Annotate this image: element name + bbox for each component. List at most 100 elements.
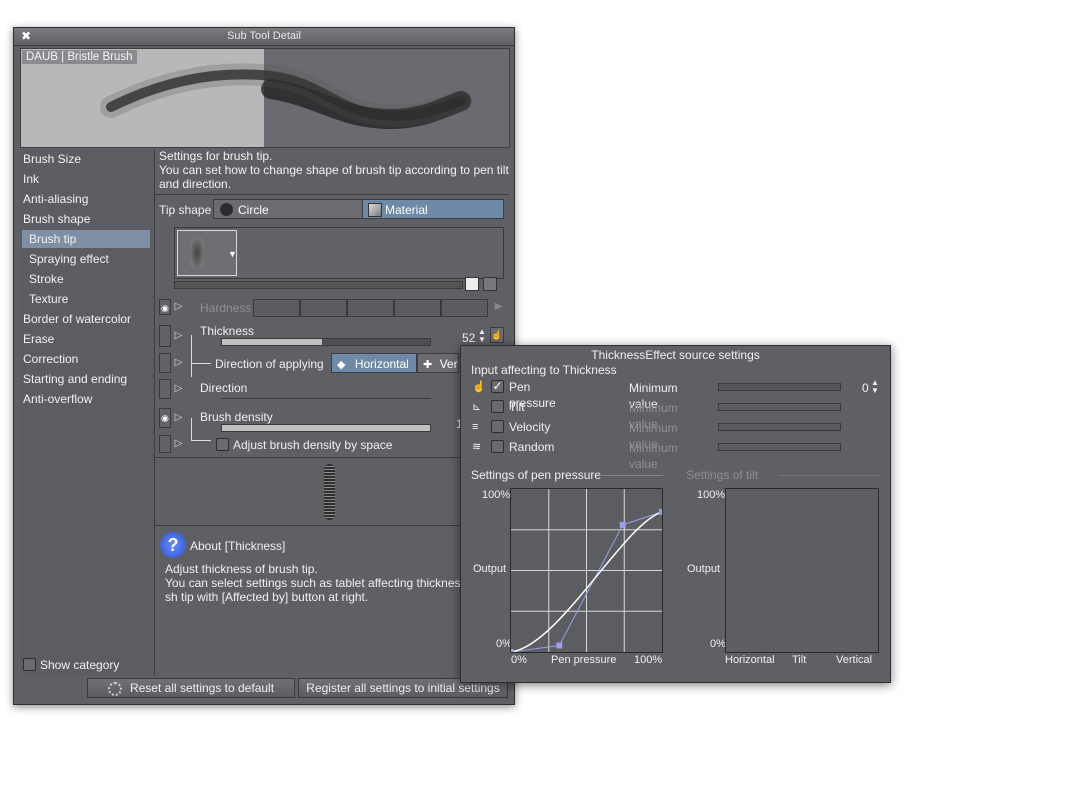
hardness-steps[interactable] bbox=[253, 299, 488, 317]
tilt-curve-graph bbox=[725, 488, 879, 653]
pen-pressure-checkbox[interactable]: ✓ bbox=[491, 380, 504, 393]
hardness-expand-icon[interactable]: ▷ bbox=[174, 299, 183, 315]
sidebar-item-erase[interactable]: Erase bbox=[23, 330, 54, 348]
hardness-visibility-toggle[interactable]: ◉ bbox=[159, 299, 171, 315]
tilt-checkbox[interactable] bbox=[491, 400, 504, 413]
curve-control-point[interactable] bbox=[619, 521, 626, 528]
sidebar-item-brush-size[interactable]: Brush Size bbox=[23, 150, 81, 168]
hardness-step[interactable] bbox=[253, 299, 300, 317]
pressure-section-label: Settings of pen pressure bbox=[471, 468, 602, 482]
show-category-label: Show category bbox=[40, 658, 120, 672]
brush-preview: DAUB | Bristle Brush bbox=[20, 48, 510, 148]
hardness-step[interactable] bbox=[347, 299, 394, 317]
preview-label: DAUB | Bristle Brush bbox=[22, 50, 137, 64]
direction-label: Direction bbox=[200, 381, 248, 395]
tilt-x-mid: Tilt bbox=[792, 654, 807, 666]
velocity-checkbox[interactable] bbox=[491, 420, 504, 433]
adjust-density-checkbox-wrap[interactable]: Adjust brush density by space bbox=[216, 438, 392, 452]
sidebar-item-border-of-watercolor[interactable]: Border of watercolor bbox=[23, 310, 131, 328]
tilt-section-label: Settings of tilt bbox=[686, 468, 759, 482]
sidebar-item-anti-overflow[interactable]: Anti-overflow bbox=[23, 390, 92, 408]
pressure-curve-svg[interactable] bbox=[508, 489, 665, 655]
material-scrollbar[interactable] bbox=[174, 281, 463, 289]
sidebar-item-correction[interactable]: Correction bbox=[23, 350, 78, 368]
direction-expand-icon[interactable]: ▷ bbox=[174, 381, 183, 397]
tip-circle-button[interactable]: Circle bbox=[213, 199, 363, 219]
sidebar-item-brush-tip[interactable]: Brush tip bbox=[22, 230, 150, 248]
thickness-spinner-icon[interactable]: ▲ ▼ bbox=[478, 328, 486, 344]
window-title: Sub Tool Detail bbox=[14, 28, 514, 46]
direction-toggle[interactable] bbox=[159, 379, 171, 399]
reset-settings-label: Reset all settings to default bbox=[129, 681, 275, 695]
show-category-checkbox[interactable] bbox=[23, 658, 36, 671]
sidebar-item-ink[interactable]: Ink bbox=[23, 170, 39, 188]
hardness-step[interactable] bbox=[394, 299, 441, 317]
pressure-section-divider bbox=[599, 475, 663, 476]
density-slider-fill bbox=[222, 425, 430, 431]
trash-icon[interactable] bbox=[483, 277, 497, 291]
velocity-min-slider[interactable] bbox=[718, 423, 841, 431]
horizontal-icon: ◆ bbox=[337, 359, 346, 371]
tip-material-button[interactable]: Material bbox=[362, 199, 504, 219]
add-material-icon[interactable] bbox=[465, 277, 479, 291]
density-label: Brush density bbox=[200, 410, 273, 424]
material-list[interactable]: ▼ bbox=[174, 227, 504, 279]
help-title: About [Thickness] bbox=[190, 539, 286, 553]
sidebar-item-spraying-effect[interactable]: Spraying effect bbox=[29, 250, 109, 268]
curve-control-point[interactable] bbox=[556, 642, 563, 649]
pressure-curve-graph[interactable] bbox=[508, 488, 665, 655]
adjust-density-expand-icon[interactable]: ▷ bbox=[174, 436, 183, 452]
affected-by-button[interactable]: ☝ bbox=[490, 327, 504, 343]
hardness-step[interactable] bbox=[441, 299, 488, 317]
eye-icon: ◉ bbox=[161, 413, 169, 423]
tree-line bbox=[191, 335, 192, 377]
desc-line-1: Settings for brush tip. bbox=[159, 149, 273, 163]
random-min-slider[interactable] bbox=[718, 443, 841, 451]
direction-horizontal-button[interactable]: ◆ Horizontal bbox=[331, 353, 417, 373]
show-category-toggle[interactable]: Show category bbox=[23, 658, 119, 672]
direction-applying-toggle[interactable] bbox=[159, 353, 171, 373]
help-line-3: sh tip with [Affected by] button at righ… bbox=[165, 590, 369, 604]
reset-icon bbox=[107, 682, 122, 696]
tip-sample-area bbox=[155, 457, 509, 526]
sidebar-item-texture[interactable]: Texture bbox=[29, 290, 68, 308]
density-slider[interactable] bbox=[221, 424, 431, 432]
tree-line bbox=[191, 418, 192, 440]
hardness-next-icon[interactable]: ▶ bbox=[494, 299, 503, 315]
direction-slider[interactable] bbox=[221, 398, 431, 399]
random-icon: ≋ bbox=[472, 441, 482, 453]
material-icon bbox=[368, 203, 382, 217]
tilt-x-right: Vertical bbox=[836, 654, 873, 666]
sidebar-item-anti-aliasing[interactable]: Anti-aliasing bbox=[23, 190, 88, 208]
thickness-expand-icon[interactable]: ▷ bbox=[174, 328, 183, 344]
pen-pressure-min-slider[interactable] bbox=[718, 383, 841, 391]
close-icon[interactable]: ✖ bbox=[20, 30, 32, 42]
thickness-visibility-toggle[interactable] bbox=[159, 325, 171, 347]
adjust-density-toggle[interactable] bbox=[159, 435, 171, 453]
desc-line-2: You can set how to change shape of brush… bbox=[159, 163, 509, 191]
curve-control-point[interactable] bbox=[659, 508, 665, 515]
density-expand-icon[interactable]: ▷ bbox=[174, 410, 183, 426]
sidebar-item-brush-shape[interactable]: Brush shape bbox=[23, 210, 90, 228]
tilt-section-divider bbox=[779, 475, 879, 476]
sub-tool-detail-window: Sub Tool Detail ✖ DAUB | Bristle Brush B… bbox=[13, 27, 515, 705]
density-visibility-toggle[interactable]: ◉ bbox=[159, 408, 171, 428]
material-thumbnail[interactable]: ▼ bbox=[177, 230, 237, 276]
circle-icon bbox=[220, 203, 233, 216]
dropdown-arrow-icon[interactable]: ▼ bbox=[228, 249, 237, 259]
tilt-min-slider[interactable] bbox=[718, 403, 841, 411]
tree-line bbox=[191, 363, 211, 364]
thickness-slider[interactable] bbox=[221, 338, 431, 346]
min-value-spinner-icon[interactable]: ▲ ▼ bbox=[871, 379, 879, 395]
random-checkbox[interactable] bbox=[491, 440, 504, 453]
sidebar-item-starting-and-ending[interactable]: Starting and ending bbox=[23, 370, 127, 388]
thickness-value: 52 bbox=[462, 331, 476, 345]
reset-settings-button[interactable]: Reset all settings to default bbox=[87, 678, 295, 698]
adjust-density-checkbox[interactable] bbox=[216, 438, 229, 451]
direction-applying-expand-icon[interactable]: ▷ bbox=[174, 355, 183, 371]
sidebar-item-stroke[interactable]: Stroke bbox=[29, 270, 64, 288]
curve-control-point[interactable] bbox=[508, 649, 514, 655]
pressure-x-right: 100% bbox=[634, 654, 663, 666]
hardness-step[interactable] bbox=[300, 299, 347, 317]
direction-vertical-button[interactable]: ✚ Ver bbox=[417, 353, 459, 373]
